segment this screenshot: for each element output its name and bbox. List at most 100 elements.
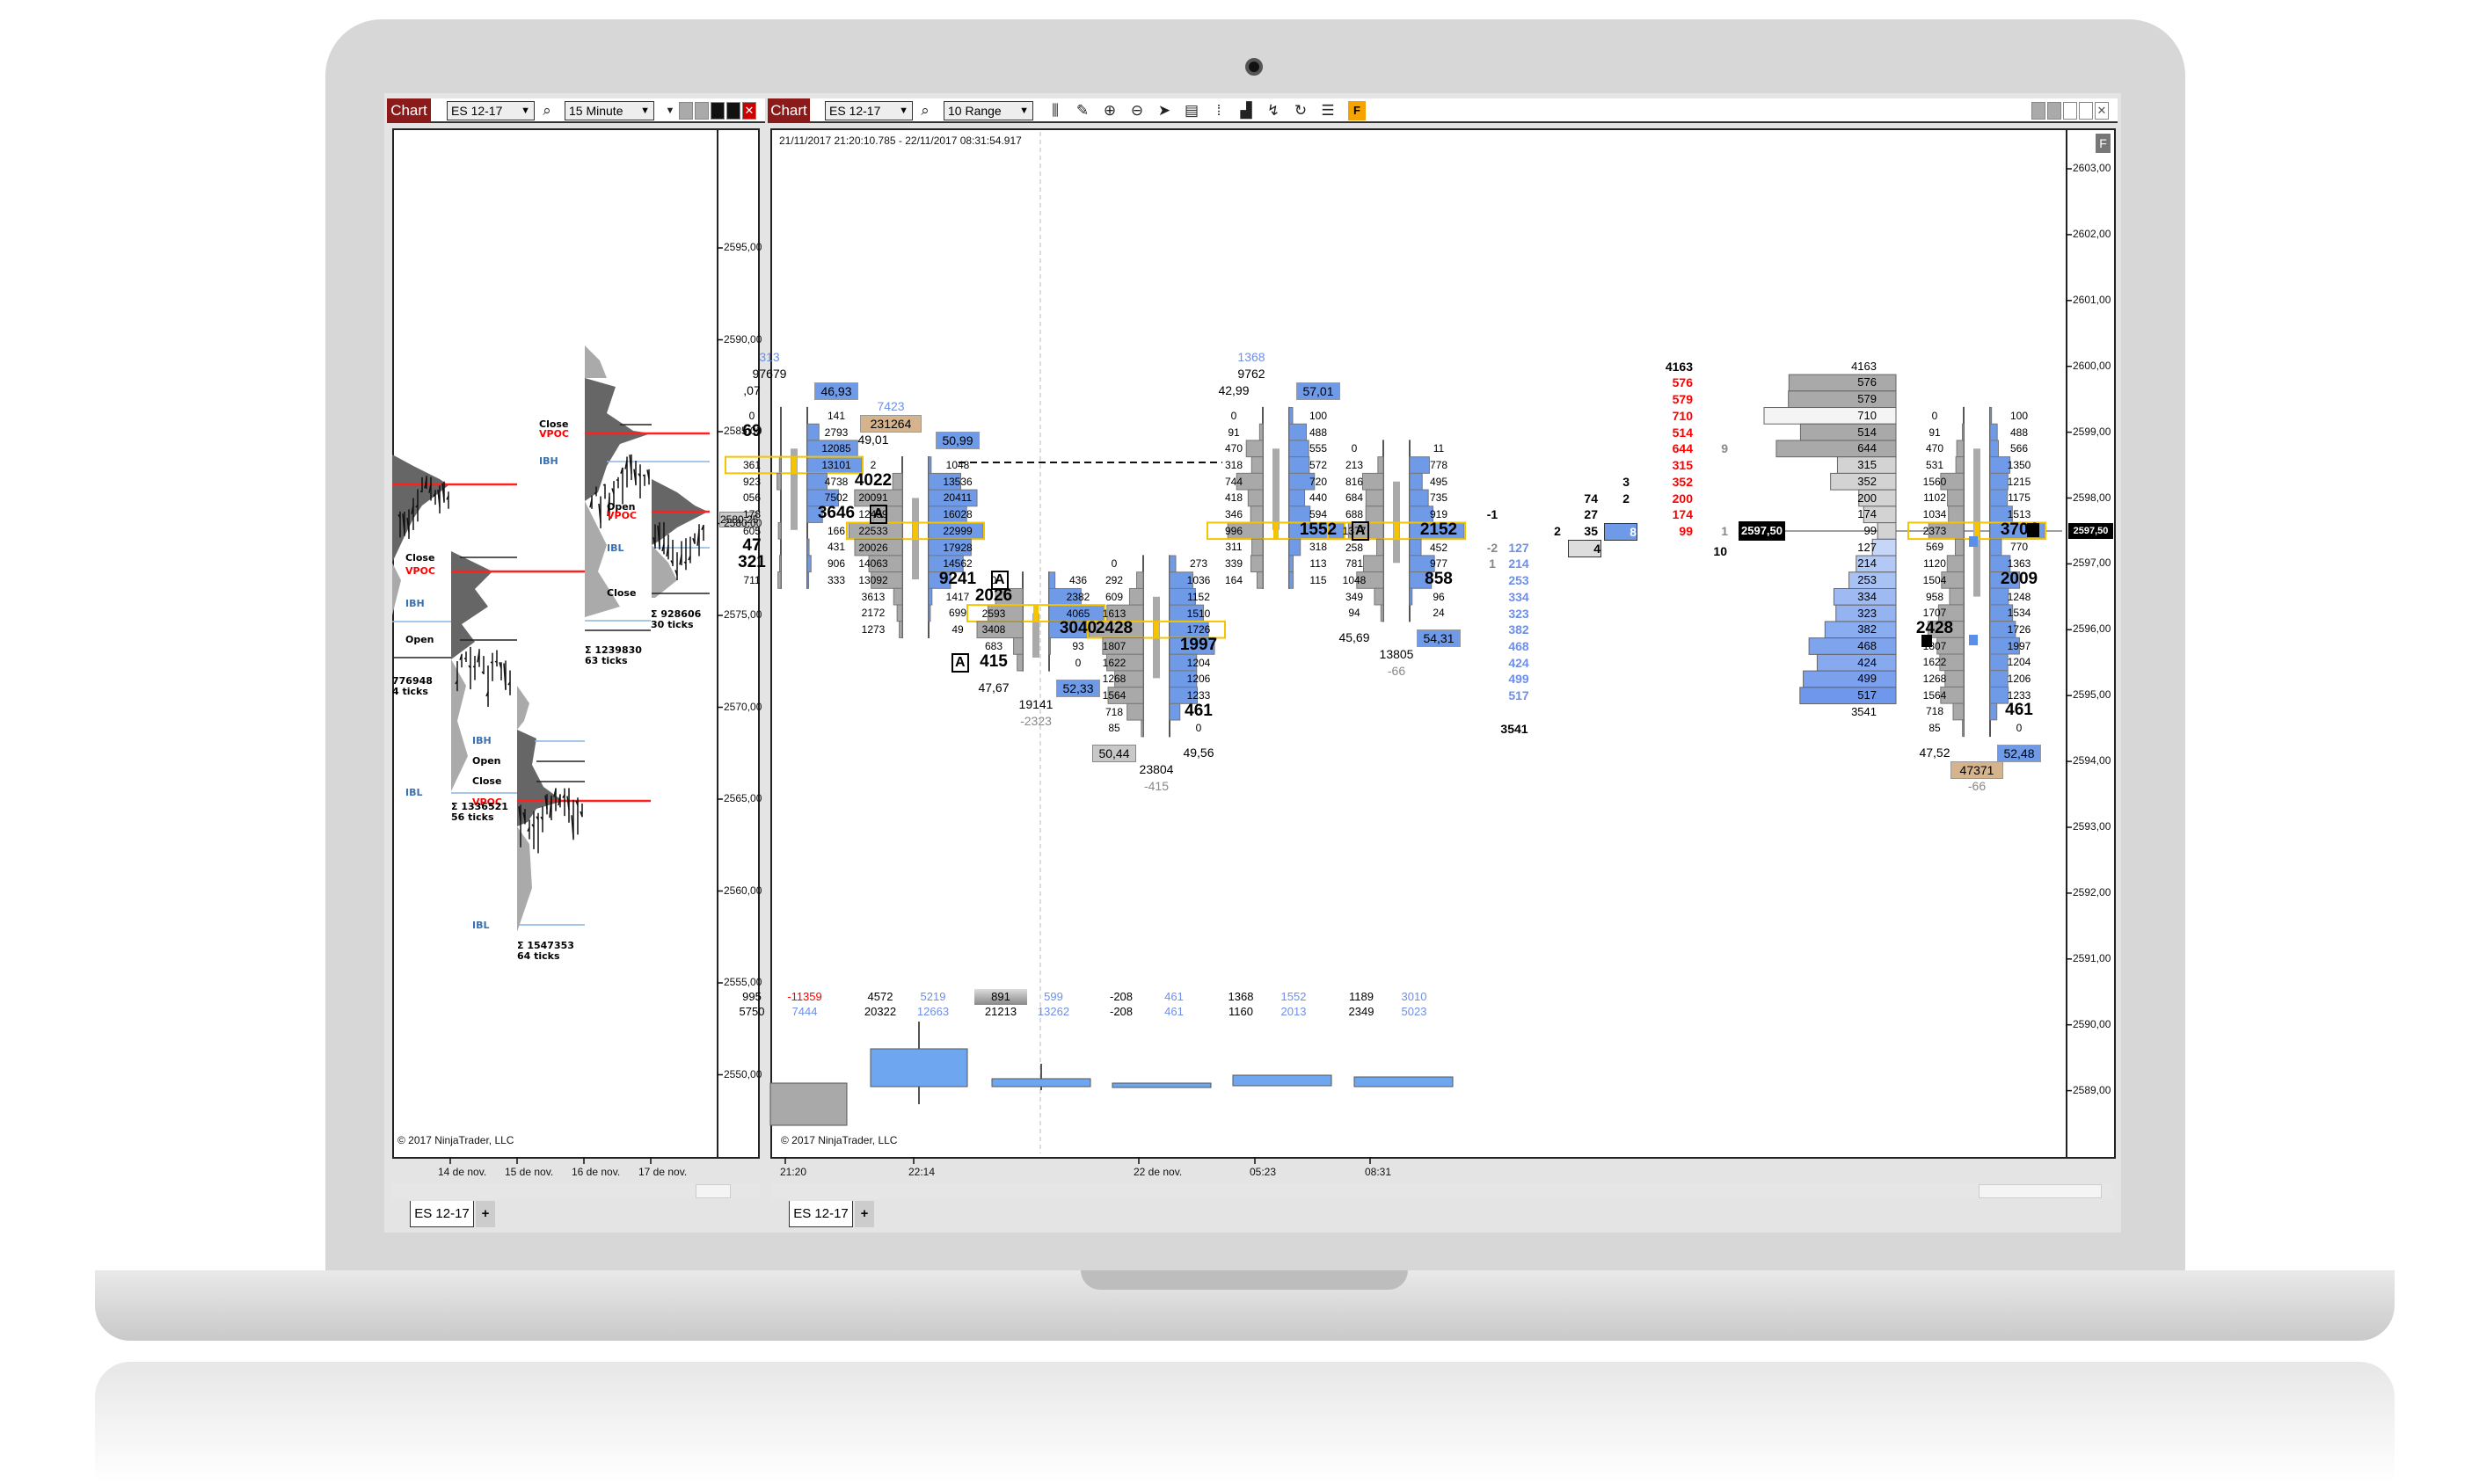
ladder-value: 127 — [1508, 540, 1529, 555]
candle-body — [1272, 448, 1280, 530]
ladder-side-value: 1 — [1721, 523, 1728, 538]
bid-volume-cell: 1120 — [1923, 557, 1946, 571]
main-tab-es-12-17[interactable]: ES 12-17 — [789, 1201, 853, 1227]
ask-volume-cell: 22999 — [943, 524, 973, 537]
profile-label-close: Close — [405, 552, 435, 564]
bid-volume-cell: 609 — [1105, 590, 1124, 603]
left-horizontal-scrollbar[interactable] — [392, 1183, 760, 1199]
ask-volume-cell: 778 — [1429, 459, 1448, 472]
bid-volume-cell: 0 — [1111, 557, 1118, 571]
session-tick-count: 64 ticks — [517, 950, 560, 962]
ask-volume-cell: 1175 — [2008, 491, 2031, 505]
volume-profile-value: 253 — [1857, 573, 1877, 587]
ask-volume-cell: 2009 — [2000, 569, 2038, 588]
bid-volume-bar — [777, 521, 782, 540]
ask-volume-cell: 735 — [1429, 491, 1448, 505]
bar-delta: -66 — [1387, 664, 1406, 679]
bid-volume-cell: 20026 — [858, 541, 888, 554]
profile-shape — [451, 551, 492, 659]
bid-volume-cell: 2172 — [861, 607, 886, 620]
left-price-tick-label: 2575,00 — [724, 608, 762, 621]
summary-row1-value: 4572 — [867, 990, 893, 1003]
bid-volume-cell: 94 — [1348, 607, 1360, 620]
left-copyright: © 2017 NinjaTrader, LLC — [397, 1134, 514, 1146]
bid-volume-cell: 923 — [742, 475, 762, 488]
ask-volume-cell: 141 — [827, 409, 846, 422]
profile-label-open: Open — [472, 755, 501, 767]
bid-volume-bar — [777, 571, 782, 589]
volume-profile-value: 127 — [1857, 540, 1877, 554]
volume-profile-value: 644 — [1857, 441, 1877, 455]
summary-row1-value: 1368 — [1228, 990, 1254, 1003]
left-price-tick-label: 2560,00 — [724, 884, 762, 897]
bid-volume-cell: 12459 — [858, 508, 888, 521]
volume-profile-value: 352 — [1857, 474, 1877, 488]
ladder-bid: 35 — [1584, 523, 1598, 538]
bid-volume-cell: 292 — [1105, 574, 1124, 587]
bid-volume-cell: 85 — [1929, 722, 1941, 735]
main-price-tick-label: 2598,00 — [2073, 491, 2111, 504]
bid-volume-cell: 0 — [1931, 409, 1938, 422]
bid-volume-bar — [1962, 719, 1965, 738]
bid-volume-cell: 1268 — [1922, 673, 1947, 686]
volume-profile-bar — [1877, 522, 1897, 540]
ladder-value: 468 — [1508, 639, 1529, 654]
bid-volume-cell: 91 — [1929, 426, 1941, 439]
main-horizontal-scrollbar[interactable] — [772, 1183, 2113, 1199]
left-price-tick-label: 2555,00 — [724, 976, 762, 988]
bid-volume-cell: 684 — [1345, 491, 1364, 505]
bid-volume-cell: 781 — [1345, 557, 1364, 571]
ladder-red-value: 174 — [1672, 507, 1693, 522]
left-add-tab-button[interactable]: + — [476, 1201, 495, 1227]
ask-volume-cell: 1510 — [1186, 607, 1211, 620]
ladder-red-value: 315 — [1672, 458, 1693, 473]
price-bar-tick — [602, 484, 606, 486]
volume-profile-value: 334 — [1857, 589, 1877, 603]
left-tab-es-12-17[interactable]: ES 12-17 — [410, 1201, 474, 1227]
ask-volume-bar — [806, 538, 810, 556]
main-price-tick-label: 2593,00 — [2073, 820, 2111, 833]
bid-volume-cell: 816 — [1345, 475, 1364, 488]
volume-profile-value: 214 — [1857, 556, 1877, 571]
volume-profile-total: 4163 — [1851, 359, 1877, 373]
main-price-tick-label: 2595,00 — [2073, 688, 2111, 702]
bid-volume-cell: 69 — [742, 421, 762, 440]
bid-volume-cell: 2593 — [981, 607, 1006, 620]
ask-volume-cell: 20411 — [943, 491, 973, 505]
volume-profile-value: 200 — [1857, 491, 1877, 505]
left-price-tick-label: 2595,00 — [724, 241, 762, 253]
scrollbar-thumb[interactable] — [696, 1184, 731, 1198]
bid-volume-cell: 361 — [742, 458, 762, 471]
bid-volume-cell: 718 — [1105, 705, 1124, 718]
ask-volume-cell: 100 — [1309, 409, 1328, 422]
summary-row1-value: 1552 — [1280, 990, 1307, 1003]
ask-volume-cell: 11 — [1433, 442, 1445, 455]
ask-volume-cell: 100 — [2009, 409, 2029, 422]
main-time-tick-label: 21:20 — [780, 1166, 807, 1178]
volume-profile-value: 99 — [1863, 523, 1877, 537]
bid-volume-cell: 531 — [1925, 458, 1944, 471]
main-price-tick-label: 2601,00 — [2073, 293, 2111, 306]
ladder-ask: 3 — [1622, 474, 1630, 489]
ask-percent: 49,56 — [1183, 746, 1214, 760]
ladder-value: 323 — [1508, 606, 1529, 621]
profile-label-close: Close — [607, 587, 637, 599]
main-price-tick-label: 2597,00 — [2073, 556, 2111, 570]
bid-volume-cell: 13092 — [858, 573, 888, 586]
profile-label-ibh: IBH — [472, 735, 492, 746]
bid-volume-cell: 22533 — [858, 524, 888, 537]
poc-marker — [913, 522, 918, 540]
ask-volume-bar — [1048, 637, 1051, 655]
bid-volume-cell: 20091 — [858, 491, 888, 505]
bid-volume-bar — [899, 621, 903, 638]
poc-marker — [791, 456, 797, 474]
ladder-red-value: 99 — [1679, 523, 1693, 538]
ask-percent: 57,01 — [1296, 382, 1340, 400]
scrollbar-thumb[interactable] — [1979, 1184, 2102, 1198]
bar-delta: -415 — [1143, 779, 1170, 794]
ask-volume-cell: 1206 — [1186, 673, 1211, 686]
bid-volume-cell: 258 — [1345, 541, 1364, 554]
bid-volume-cell: 2373 — [1922, 524, 1947, 537]
main-price-tick-label: 2591,00 — [2073, 951, 2111, 964]
main-add-tab-button[interactable]: + — [855, 1201, 874, 1227]
